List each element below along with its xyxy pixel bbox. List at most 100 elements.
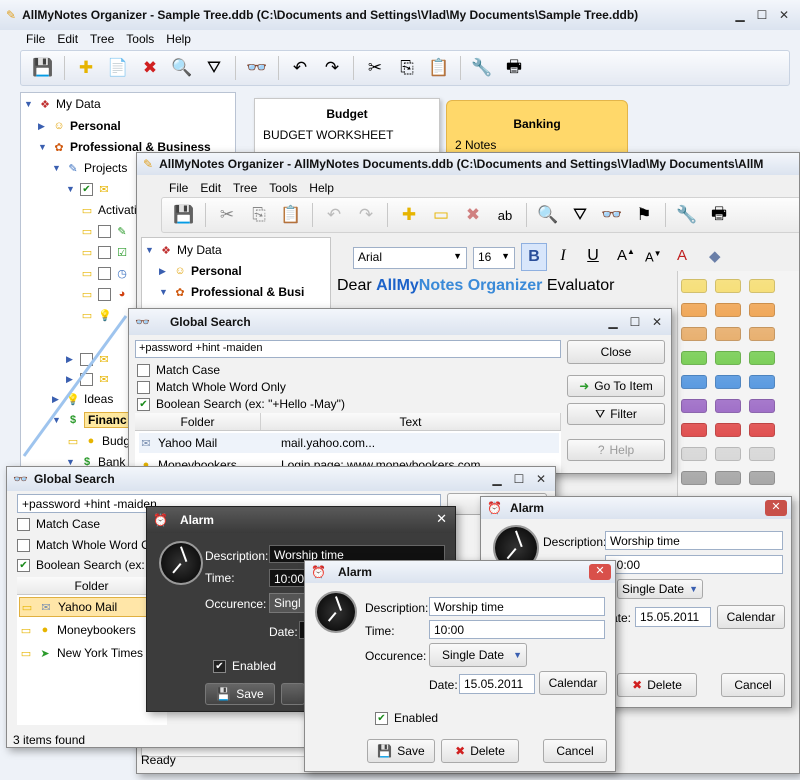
table-row[interactable]: ▭ ➤ New York Times xyxy=(19,643,165,663)
go-to-item-button[interactable]: ➜ Go To Item xyxy=(567,375,665,397)
color-swatch[interactable] xyxy=(749,327,775,341)
close-icon[interactable]: ✕ xyxy=(765,500,787,516)
menu-edit[interactable]: Edit xyxy=(200,181,221,195)
description-input[interactable]: Worship time xyxy=(605,531,783,550)
close-button[interactable]: Close xyxy=(567,340,665,364)
color-swatch[interactable] xyxy=(681,327,707,341)
color-swatch[interactable] xyxy=(681,351,707,365)
color-swatch[interactable] xyxy=(681,375,707,389)
menu-help[interactable]: Help xyxy=(309,181,334,195)
time-input[interactable]: 10:00 xyxy=(429,620,605,639)
color-swatch[interactable] xyxy=(681,303,707,317)
paste-icon[interactable]: 📋 xyxy=(277,201,305,229)
table-row[interactable]: ▭ ● Moneybookers xyxy=(19,620,165,640)
find-icon[interactable]: 🔍 xyxy=(534,201,562,229)
save-icon[interactable]: 💾 xyxy=(170,201,198,229)
whole-word-checkbox[interactable]: Match Whole Word O xyxy=(17,538,150,552)
color-swatch[interactable] xyxy=(749,351,775,365)
minimize-icon[interactable]: ▁ xyxy=(487,470,507,487)
color-swatch[interactable] xyxy=(749,471,775,485)
search-input[interactable]: +password +hint -maiden xyxy=(135,340,561,358)
save-button[interactable]: 💾 Save xyxy=(367,739,435,763)
color-swatch[interactable] xyxy=(715,351,741,365)
close-icon[interactable]: ✕ xyxy=(589,564,611,580)
cut-icon[interactable]: ✂ xyxy=(213,201,241,229)
color-swatch[interactable] xyxy=(715,327,741,341)
new-folder-icon[interactable]: ✚ xyxy=(395,201,423,229)
delete-button[interactable]: ✖ Delete xyxy=(441,739,519,763)
highlight-icon[interactable]: ◆ xyxy=(709,247,721,265)
new-note-icon[interactable]: ▭ xyxy=(427,201,455,229)
color-swatch[interactable] xyxy=(715,303,741,317)
match-case-checkbox[interactable]: Match Case xyxy=(17,517,100,531)
font-select[interactable]: Arial ▼ xyxy=(353,247,467,269)
save-button[interactable]: 💾 Save xyxy=(205,683,275,705)
undo-icon[interactable]: ↶ xyxy=(320,201,348,229)
occurrence-select[interactable]: Single Date ▼ xyxy=(617,579,703,599)
filter-button[interactable]: ⛛ Filter xyxy=(567,403,665,425)
bold-button[interactable]: B xyxy=(521,243,547,271)
date-input[interactable]: 15.05.2011 xyxy=(459,674,535,694)
color-swatch[interactable] xyxy=(715,375,741,389)
color-swatch[interactable] xyxy=(749,303,775,317)
color-swatch[interactable] xyxy=(681,423,707,437)
color-swatch[interactable] xyxy=(715,471,741,485)
menu-tree[interactable]: Tree xyxy=(233,181,257,195)
description-input[interactable]: Worship time xyxy=(429,597,605,616)
copy-icon[interactable]: ⎘ xyxy=(245,201,273,229)
calendar-button[interactable]: Calendar xyxy=(539,671,607,695)
redo-icon[interactable]: ↷ xyxy=(352,201,380,229)
time-input[interactable]: 10:00 xyxy=(269,569,309,587)
cancel-button[interactable]: Cancel xyxy=(721,673,785,697)
close-icon[interactable]: ✕ xyxy=(647,313,667,330)
table-row[interactable]: ▭ ✉ Yahoo Mail xyxy=(19,597,165,617)
delete-button[interactable] xyxy=(281,683,305,705)
font-color-icon[interactable]: A xyxy=(677,247,687,264)
grow-font-icon[interactable]: A▲ xyxy=(617,247,635,264)
whole-word-checkbox[interactable]: Match Whole Word Only xyxy=(137,380,286,394)
wrench-icon[interactable]: 🔧 xyxy=(673,201,701,229)
maximize-icon[interactable]: ☐ xyxy=(625,313,645,330)
boolean-checkbox[interactable]: ✔ Boolean Search (ex: " xyxy=(17,558,152,572)
color-swatch[interactable] xyxy=(681,279,707,293)
table-row[interactable]: ✉ Yahoo Mail mail.yahoo.com... xyxy=(139,433,559,453)
editor-content[interactable]: Dear AllMyNotes Organizer Evaluator xyxy=(337,277,614,295)
delete-icon[interactable]: ✖ xyxy=(459,201,487,229)
italic-button[interactable]: I xyxy=(551,247,575,265)
flag-icon[interactable]: ⚑ xyxy=(630,201,658,229)
help-button[interactable]: ? Help xyxy=(567,439,665,461)
color-swatch[interactable] xyxy=(715,423,741,437)
binoculars-icon[interactable]: 👓 xyxy=(598,201,626,229)
cancel-button[interactable]: Cancel xyxy=(543,739,607,763)
underline-button[interactable]: U xyxy=(581,247,605,265)
menu-tools[interactable]: Tools xyxy=(269,181,297,195)
enabled-checkbox[interactable]: ✔ Enabled xyxy=(375,711,438,725)
color-swatch[interactable] xyxy=(715,399,741,413)
maximize-icon[interactable]: ☐ xyxy=(509,470,529,487)
color-swatch[interactable] xyxy=(681,399,707,413)
color-swatch[interactable] xyxy=(715,447,741,461)
color-swatch[interactable] xyxy=(749,447,775,461)
close-icon[interactable]: ✕ xyxy=(436,511,447,527)
close-icon[interactable]: ✕ xyxy=(531,470,551,487)
delete-button[interactable]: ✖ Delete xyxy=(617,673,697,697)
filter-icon[interactable]: ⛛ xyxy=(566,201,594,229)
time-input[interactable]: 10:00 xyxy=(605,555,783,574)
occurrence-select[interactable]: Single Date ▼ xyxy=(429,643,527,667)
tree-professional[interactable]: ▼ ✿ Professional & Busi xyxy=(159,283,304,301)
font-size-select[interactable]: 16 ▼ xyxy=(473,247,515,269)
print-icon[interactable]: 🖶 xyxy=(705,201,733,229)
occurrence-select[interactable]: Singl xyxy=(269,593,309,613)
menu-file[interactable]: File xyxy=(169,181,188,195)
tree-personal[interactable]: ▶ ☺ Personal xyxy=(159,262,242,280)
tree-root[interactable]: ▼ ❖ My Data xyxy=(145,241,222,259)
boolean-checkbox[interactable]: ✔ Boolean Search (ex: "+Hello -May") xyxy=(137,397,345,411)
spell-icon[interactable]: ab xyxy=(491,201,519,229)
color-swatch[interactable] xyxy=(681,471,707,485)
calendar-button[interactable]: Calendar xyxy=(717,605,785,629)
color-swatch[interactable] xyxy=(749,423,775,437)
shrink-font-icon[interactable]: A▼ xyxy=(645,249,662,264)
date-input[interactable]: 15.05.2011 xyxy=(635,607,711,627)
color-swatch[interactable] xyxy=(681,447,707,461)
color-swatch[interactable] xyxy=(715,279,741,293)
